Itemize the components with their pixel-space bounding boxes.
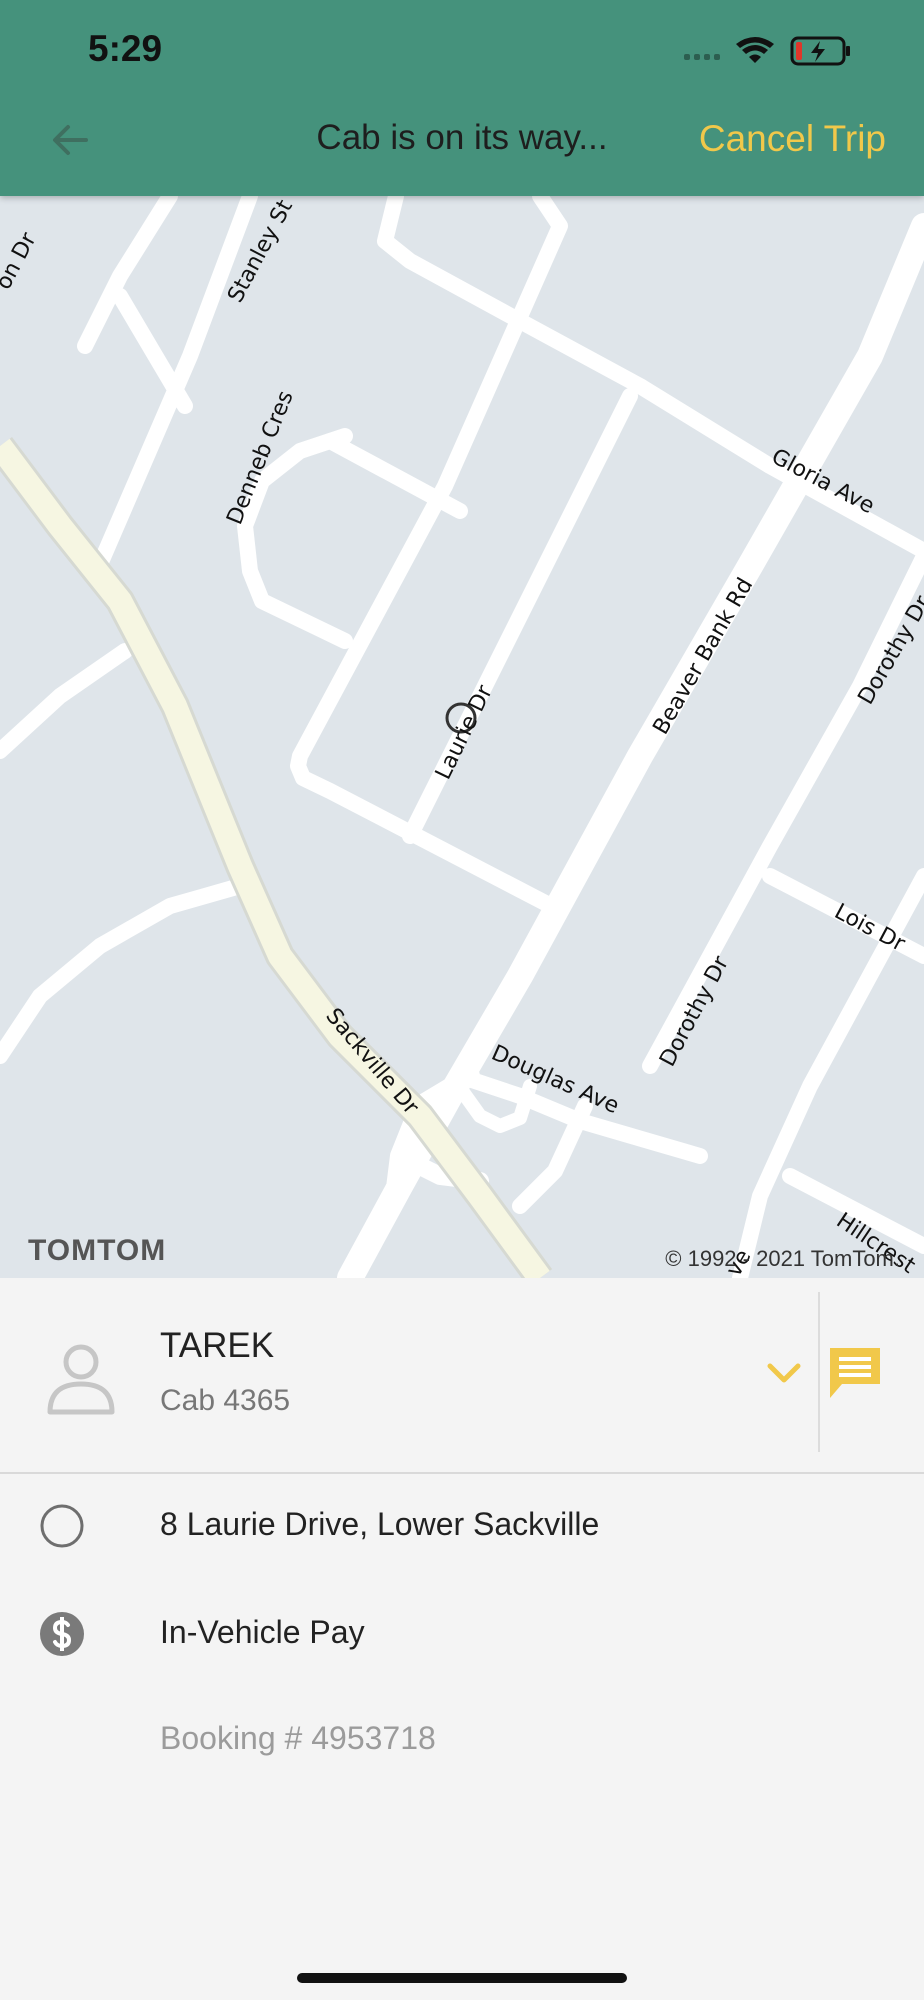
status-icons	[684, 36, 850, 66]
card-divider	[818, 1292, 820, 1452]
driver-card: TAREK Cab 4365	[0, 1278, 924, 1472]
home-indicator[interactable]	[297, 1973, 627, 1983]
label-laurie: Laurie Dr	[431, 681, 498, 784]
battery-charging-icon	[790, 36, 850, 66]
street-map: on Dr Stanley St Denneb Cres Gloria Ave …	[0, 196, 924, 1278]
chevron-down-icon[interactable]	[764, 1354, 804, 1394]
circle-outline-icon	[40, 1504, 84, 1548]
map-view[interactable]: on Dr Stanley St Denneb Cres Gloria Ave …	[0, 196, 924, 1278]
person-icon	[47, 1344, 115, 1415]
pickup-address: 8 Laurie Drive, Lower Sackville	[160, 1506, 600, 1542]
chat-bubble-icon[interactable]	[826, 1344, 884, 1404]
tomtom-logo: TOMTOM	[28, 1234, 167, 1267]
dollar-circle-icon	[40, 1612, 84, 1656]
label-dorothy-top: Dorothy Dr	[854, 591, 924, 709]
wifi-icon	[736, 37, 774, 63]
signal-dots-icon	[684, 54, 720, 60]
label-sackville: Sackville Dr	[320, 1004, 423, 1121]
payment-method: In-Vehicle Pay	[160, 1614, 365, 1650]
status-time: 5:29	[88, 28, 163, 69]
driver-name: TAREK	[160, 1326, 275, 1365]
map-copyright: © 1992 - 2021 TomTom.	[665, 1246, 900, 1271]
cancel-trip-button[interactable]: Cancel Trip	[699, 118, 886, 160]
label-on-dr: on Dr	[0, 228, 42, 294]
cab-number: Cab 4365	[160, 1384, 291, 1417]
label-beaver: Beaver Bank Rd	[649, 574, 759, 739]
card-separator	[0, 1472, 924, 1474]
app-header: 5:29 Cab is on its way... Cancel Trip	[0, 0, 924, 196]
booking-number: Booking # 4953718	[160, 1720, 436, 1756]
